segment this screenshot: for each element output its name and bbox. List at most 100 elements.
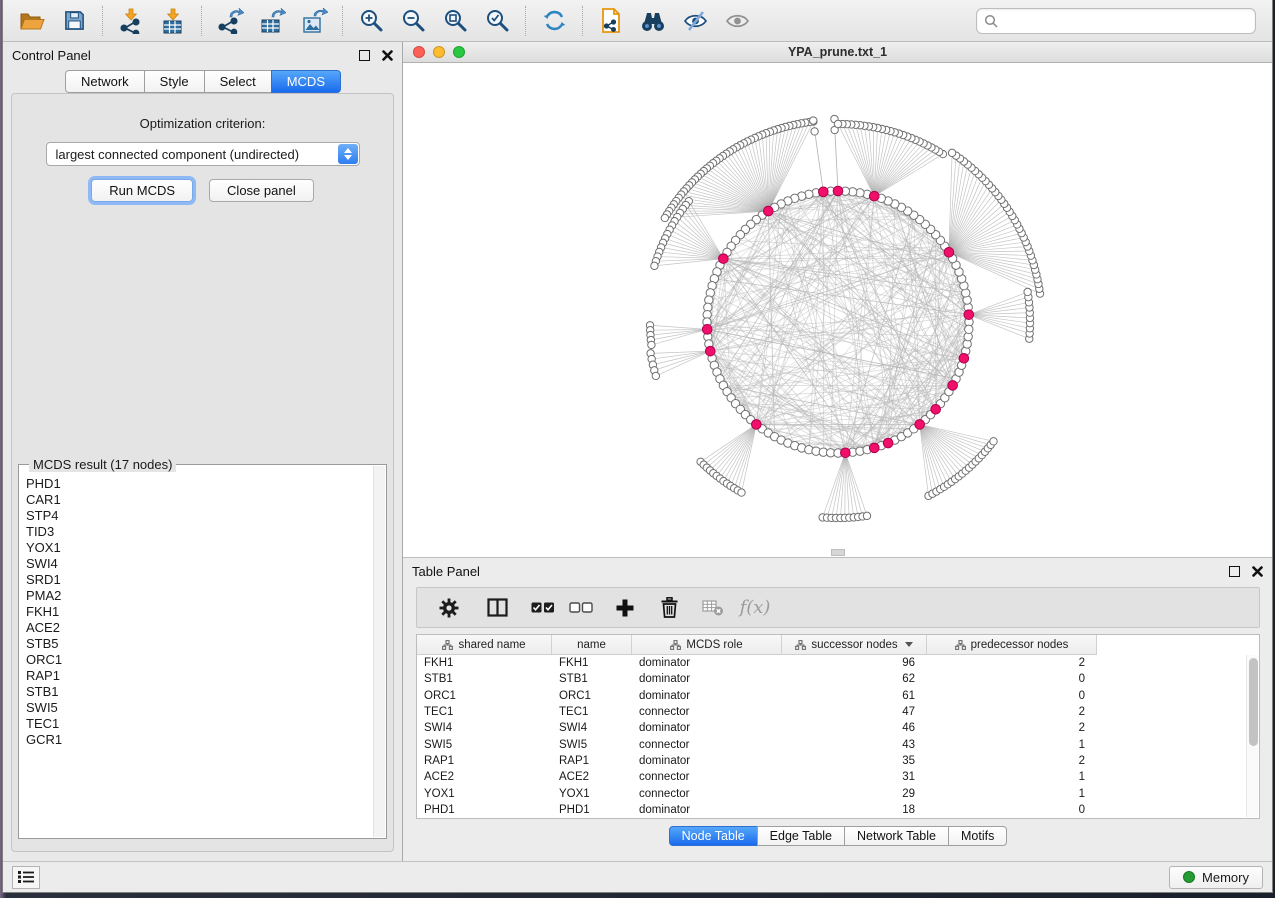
- table-row[interactable]: ORC1ORC1dominator610: [417, 688, 1246, 704]
- tab-node-table[interactable]: Node Table: [669, 826, 758, 846]
- tab-network-table[interactable]: Network Table: [844, 826, 949, 846]
- run-mcds-button[interactable]: Run MCDS: [91, 179, 193, 202]
- graph-node[interactable]: [990, 438, 997, 445]
- find-button[interactable]: [632, 4, 674, 38]
- import-table-button[interactable]: [152, 4, 194, 38]
- export-network-button[interactable]: [209, 4, 251, 38]
- table-row[interactable]: RAP1RAP1dominator352: [417, 753, 1246, 769]
- column-header-predecessor-nodes[interactable]: predecessor nodes: [927, 635, 1097, 655]
- function-builder-button[interactable]: f(x): [736, 592, 774, 624]
- mcds-result-item[interactable]: ACE2: [20, 620, 373, 636]
- mcds-result-item[interactable]: TEC1: [20, 716, 373, 732]
- column-header-shared-name[interactable]: shared name: [417, 635, 552, 655]
- graph-dominator-node[interactable]: [883, 438, 893, 448]
- mcds-result-item[interactable]: PHD1: [20, 476, 373, 492]
- tab-mcds[interactable]: MCDS: [271, 70, 341, 93]
- float-panel-icon[interactable]: [1229, 566, 1240, 577]
- table-row[interactable]: STB1STB1dominator620: [417, 671, 1246, 687]
- mcds-result-item[interactable]: GCR1: [20, 732, 373, 748]
- graph-dominator-node[interactable]: [944, 248, 954, 258]
- zoom-in-button[interactable]: [350, 4, 392, 38]
- graph-dominator-node[interactable]: [931, 404, 941, 414]
- network-graph[interactable]: [403, 63, 1268, 557]
- export-image-button[interactable]: [293, 4, 335, 38]
- network-canvas[interactable]: [403, 63, 1272, 558]
- delete-table-button[interactable]: [694, 592, 732, 624]
- memory-button[interactable]: Memory: [1169, 866, 1263, 889]
- graph-node[interactable]: [1024, 288, 1031, 295]
- graph-node[interactable]: [810, 117, 817, 124]
- graph-dominator-node[interactable]: [964, 310, 974, 320]
- splitter-grip[interactable]: [831, 549, 845, 556]
- table-row[interactable]: YOX1YOX1connector291: [417, 785, 1246, 801]
- mcds-list-scrollbar[interactable]: [373, 466, 385, 837]
- graph-node[interactable]: [811, 128, 818, 135]
- graph-node[interactable]: [651, 262, 658, 269]
- tab-network[interactable]: Network: [65, 70, 145, 93]
- mcds-result-item[interactable]: FKH1: [20, 604, 373, 620]
- export-table-button[interactable]: [251, 4, 293, 38]
- graph-node[interactable]: [648, 341, 655, 348]
- graph-dominator-node[interactable]: [705, 346, 715, 356]
- graph-node[interactable]: [661, 214, 668, 221]
- criterion-select[interactable]: largest connected component (undirected): [46, 142, 360, 166]
- delete-column-button[interactable]: [650, 592, 688, 624]
- mcds-result-item[interactable]: SWI5: [20, 700, 373, 716]
- mcds-result-item[interactable]: SWI4: [20, 556, 373, 572]
- deselect-all-columns-button[interactable]: [562, 592, 600, 624]
- zoom-fit-button[interactable]: [434, 4, 476, 38]
- float-panel-icon[interactable]: [359, 50, 370, 61]
- close-window-icon[interactable]: [413, 46, 425, 58]
- close-panel-icon[interactable]: [382, 50, 393, 61]
- select-all-columns-button[interactable]: [524, 592, 562, 624]
- graph-dominator-node[interactable]: [719, 254, 729, 264]
- graph-node[interactable]: [948, 149, 955, 156]
- mcds-result-item[interactable]: ORC1: [20, 652, 373, 668]
- mcds-result-item[interactable]: STP4: [20, 508, 373, 524]
- table-scrollbar[interactable]: [1246, 655, 1258, 817]
- mcds-result-item[interactable]: RAP1: [20, 668, 373, 684]
- tab-motifs[interactable]: Motifs: [948, 826, 1007, 846]
- tab-style[interactable]: Style: [144, 70, 205, 93]
- close-panel-icon[interactable]: [1252, 566, 1263, 577]
- graph-dominator-node[interactable]: [764, 206, 774, 216]
- table-row[interactable]: TEC1TEC1connector472: [417, 704, 1246, 720]
- minimize-window-icon[interactable]: [433, 46, 445, 58]
- search-input[interactable]: [1003, 14, 1248, 28]
- graph-dominator-node[interactable]: [869, 443, 879, 453]
- graph-dominator-node[interactable]: [948, 381, 958, 391]
- table-row[interactable]: ACE2ACE2connector311: [417, 769, 1246, 785]
- table-settings-button[interactable]: [430, 592, 468, 624]
- refresh-button[interactable]: [533, 4, 575, 38]
- graph-dominator-node[interactable]: [833, 186, 843, 196]
- graph-dominator-node[interactable]: [841, 448, 851, 458]
- split-columns-button[interactable]: [478, 592, 516, 624]
- graph-dominator-node[interactable]: [869, 191, 879, 201]
- maximize-window-icon[interactable]: [453, 46, 465, 58]
- graph-dominator-node[interactable]: [752, 420, 762, 430]
- mcds-result-item[interactable]: CAR1: [20, 492, 373, 508]
- hide-selected-button[interactable]: [674, 4, 716, 38]
- mcds-result-item[interactable]: SRD1: [20, 572, 373, 588]
- graph-node[interactable]: [834, 120, 841, 127]
- column-header-name[interactable]: name: [552, 635, 632, 655]
- open-file-button[interactable]: [11, 4, 53, 38]
- zoom-selected-button[interactable]: [476, 4, 518, 38]
- zoom-out-button[interactable]: [392, 4, 434, 38]
- graph-dominator-node[interactable]: [819, 187, 829, 197]
- network-search-box[interactable]: [976, 8, 1256, 34]
- table-row[interactable]: PHD1PHD1dominator180: [417, 802, 1246, 818]
- import-network-button[interactable]: [110, 4, 152, 38]
- graph-node[interactable]: [863, 512, 870, 519]
- task-history-button[interactable]: [12, 866, 40, 889]
- share-document-button[interactable]: [590, 4, 632, 38]
- graph-dominator-node[interactable]: [915, 420, 925, 430]
- table-row[interactable]: SWI4SWI4dominator462: [417, 720, 1246, 736]
- graph-dominator-node[interactable]: [702, 325, 712, 335]
- graph-dominator-node[interactable]: [959, 353, 969, 363]
- column-header-successor-nodes[interactable]: successor nodes: [782, 635, 927, 655]
- mcds-result-item[interactable]: STB5: [20, 636, 373, 652]
- table-scrollbar-thumb[interactable]: [1249, 658, 1258, 746]
- mcds-result-item[interactable]: TID3: [20, 524, 373, 540]
- show-all-button[interactable]: [716, 4, 758, 38]
